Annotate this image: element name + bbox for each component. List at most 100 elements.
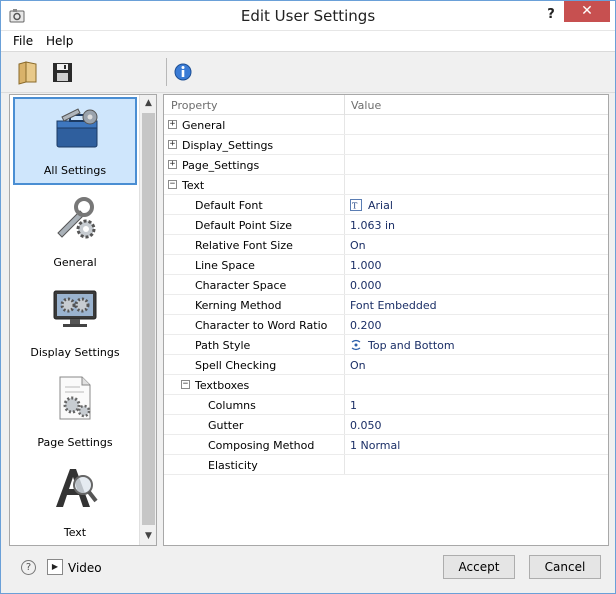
row-name: Textboxes [195,379,250,392]
window-help-button[interactable]: ? [539,5,563,25]
collapse-icon[interactable]: − [181,380,190,389]
toolbox-icon [56,108,98,148]
row-name: Elasticity [208,459,258,472]
collapse-icon[interactable]: − [168,180,177,189]
expand-icon[interactable]: + [168,120,177,129]
category-list: All Settings General Display Settings Pa… [9,94,157,546]
grid-row-spell-checking[interactable]: Spell Checking On [164,355,608,375]
row-name: Character Space [195,279,287,292]
menu-bar: File Help [1,31,615,52]
row-value[interactable]: 0.200 [350,319,382,332]
cancel-button[interactable]: Cancel [529,555,601,579]
help-icon[interactable]: ? [21,560,36,575]
category-label: Text [63,526,87,539]
grid-row-elasticity[interactable]: Elasticity [164,455,608,475]
grid-row-character-to-word-ratio[interactable]: Character to Word Ratio 0.200 [164,315,608,335]
category-label: All Settings [43,164,107,177]
row-value[interactable]: Top and Bottom [350,339,455,352]
title-bar: Edit User Settings ? ✕ [1,1,615,31]
menu-file[interactable]: File [13,34,33,48]
category-text[interactable]: Text [13,457,137,545]
row-name: Relative Font Size [195,239,293,252]
scroll-thumb[interactable] [142,113,155,525]
font-icon: T [350,199,362,211]
video-link[interactable]: Video [68,561,102,575]
row-name: Kerning Method [195,299,282,312]
category-all-settings[interactable]: All Settings [13,97,137,185]
video-play-icon[interactable]: ▶ [47,559,63,575]
row-value[interactable]: 1.063 in [350,219,395,232]
expand-icon[interactable]: + [168,140,177,149]
category-label: Page Settings [37,436,113,449]
row-value[interactable]: T Arial [350,199,393,212]
row-value[interactable]: 0.050 [350,419,382,432]
row-value[interactable]: Font Embedded [350,299,437,312]
property-grid: Property Value + General + Display_Setti… [163,94,609,546]
grid-row-gutter[interactable]: Gutter 0.050 [164,415,608,435]
row-name: Default Point Size [195,219,293,232]
toolbar [1,52,615,93]
grid-row-line-space[interactable]: Line Space 1.000 [164,255,608,275]
grid-row-relative-font-size[interactable]: Relative Font Size On [164,235,608,255]
wrench-gear-icon [57,197,96,239]
category-display-settings[interactable]: Display Settings [13,277,137,365]
row-name: Columns [208,399,256,412]
page-gear-icon [59,376,91,420]
grid-row-character-space[interactable]: Character Space 0.000 [164,275,608,295]
accept-button[interactable]: Accept [443,555,515,579]
row-value[interactable]: 1 [350,399,357,412]
row-value[interactable]: 1 Normal [350,439,400,452]
grid-row-textboxes[interactable]: − Textboxes [164,375,608,395]
grid-row-general[interactable]: + General [164,115,608,135]
grid-row-columns[interactable]: Columns 1 [164,395,608,415]
edit-user-settings-window: Edit User Settings ? ✕ File Help All Set… [0,0,616,594]
info-icon[interactable] [169,58,197,86]
row-value[interactable]: On [350,359,366,372]
category-label: General [53,256,97,269]
row-name: Character to Word Ratio [195,319,328,332]
bottom-bar: ? ▶ Video Accept Cancel [1,547,615,593]
window-close-button[interactable]: ✕ [564,1,610,22]
grid-row-text[interactable]: − Text [164,175,608,195]
menu-help[interactable]: Help [46,34,73,48]
monitor-gear-icon [53,290,97,327]
grid-row-composing-method[interactable]: Composing Method 1 Normal [164,435,608,455]
row-name: Gutter [208,419,244,432]
grid-row-kerning-method[interactable]: Kerning Method Font Embedded [164,295,608,315]
row-name: Spell Checking [195,359,277,372]
save-icon[interactable] [49,58,77,86]
row-name: Line Space [195,259,255,272]
category-page-settings[interactable]: Page Settings [13,367,137,455]
row-name: General [182,119,226,132]
row-name: Default Font [195,199,263,212]
category-label: Display Settings [30,346,120,359]
category-general[interactable]: General [13,187,137,275]
grid-row-path-style[interactable]: Path Style Top and Bottom [164,335,608,355]
grid-row-default-point-size[interactable]: Default Point Size 1.063 in [164,215,608,235]
property-column-header[interactable]: Property [171,99,218,112]
row-value[interactable]: 1.000 [350,259,382,272]
column-divider[interactable] [344,95,345,115]
path-style-icon [351,339,361,351]
value-column-header[interactable]: Value [351,99,381,112]
row-value[interactable]: 0.000 [350,279,382,292]
row-value-text: Arial [368,199,393,212]
grid-row-default-font[interactable]: Default Font T Arial [164,195,608,215]
row-name: Display_Settings [182,139,274,152]
scroll-down-arrow-icon[interactable]: ▼ [140,528,156,545]
text-magnifier-icon [56,469,98,507]
row-name: Composing Method [208,439,315,452]
row-name: Path Style [195,339,251,352]
row-name: Text [182,179,205,192]
window-title: Edit User Settings [240,7,376,25]
scroll-up-arrow-icon[interactable]: ▲ [140,95,156,112]
folder-icon[interactable] [14,58,42,86]
row-name: Page_Settings [182,159,260,172]
row-value[interactable]: On [350,239,366,252]
category-scrollbar[interactable]: ▲ ▼ [139,95,156,545]
grid-header: Property Value [164,95,608,115]
row-value-text: Top and Bottom [368,339,455,352]
expand-icon[interactable]: + [168,160,177,169]
grid-row-page-settings[interactable]: + Page_Settings [164,155,608,175]
grid-row-display-settings[interactable]: + Display_Settings [164,135,608,155]
